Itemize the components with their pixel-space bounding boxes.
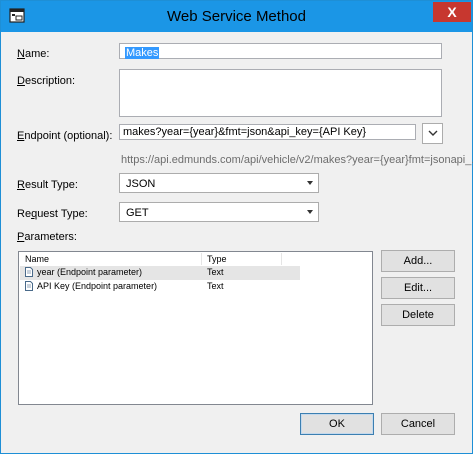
row-name: year (Endpoint parameter) xyxy=(37,267,143,277)
cancel-button[interactable]: Cancel xyxy=(381,413,455,435)
row-type: Text xyxy=(207,267,224,277)
endpoint-field[interactable]: makes?year={year}&fmt=json&api_key={API … xyxy=(119,124,416,140)
result-type-select[interactable]: JSON xyxy=(119,173,319,193)
endpoint-label: Endpoint (optional): xyxy=(17,130,113,142)
delete-button[interactable]: Delete xyxy=(381,304,455,326)
column-header-name[interactable]: Name xyxy=(20,253,202,265)
name-field[interactable]: Makes xyxy=(119,43,442,59)
column-header-type[interactable]: Type xyxy=(202,253,282,265)
endpoint-value: makes?year={year}&fmt=json&api_key={API … xyxy=(123,126,367,138)
chevron-down-icon xyxy=(428,130,438,136)
web-service-method-dialog: Web Service Method X Name: Makes Descrip… xyxy=(0,0,473,454)
table-row[interactable]: API Key (Endpoint parameter) Text xyxy=(20,280,300,294)
parameters-list[interactable]: Name Type year (Endpoint parameter) Text… xyxy=(18,251,373,405)
dropdown-arrow-icon xyxy=(307,181,313,185)
table-row[interactable]: year (Endpoint parameter) Text xyxy=(20,266,300,280)
endpoint-dropdown-button[interactable] xyxy=(422,123,443,144)
ok-button[interactable]: OK xyxy=(300,413,374,435)
description-label: Description: xyxy=(17,75,76,87)
parameters-label: Parameters: xyxy=(17,231,77,243)
close-button[interactable]: X xyxy=(433,2,471,22)
row-name: API Key (Endpoint parameter) xyxy=(37,281,158,291)
edit-button[interactable]: Edit... xyxy=(381,277,455,299)
name-value: Makes xyxy=(125,47,160,59)
add-button[interactable]: Add... xyxy=(381,250,455,272)
window-title: Web Service Method xyxy=(167,8,306,25)
request-type-value: GET xyxy=(126,207,149,219)
name-label: Name: xyxy=(17,48,50,60)
parameters-list-header: Name Type xyxy=(20,253,300,265)
request-type-select[interactable]: GET xyxy=(119,202,319,222)
result-type-value: JSON xyxy=(126,178,156,190)
request-type-label: Request Type: xyxy=(17,208,88,220)
row-type: Text xyxy=(207,281,224,291)
description-field[interactable] xyxy=(119,69,442,117)
document-icon xyxy=(25,281,33,291)
title-bar[interactable]: Web Service Method X xyxy=(1,1,472,32)
resolved-url-text: https://api.edmunds.com/api/vehicle/v2/m… xyxy=(121,154,473,166)
result-type-label: Result Type: xyxy=(17,179,78,191)
dropdown-arrow-icon xyxy=(307,210,313,214)
document-icon xyxy=(25,267,33,277)
